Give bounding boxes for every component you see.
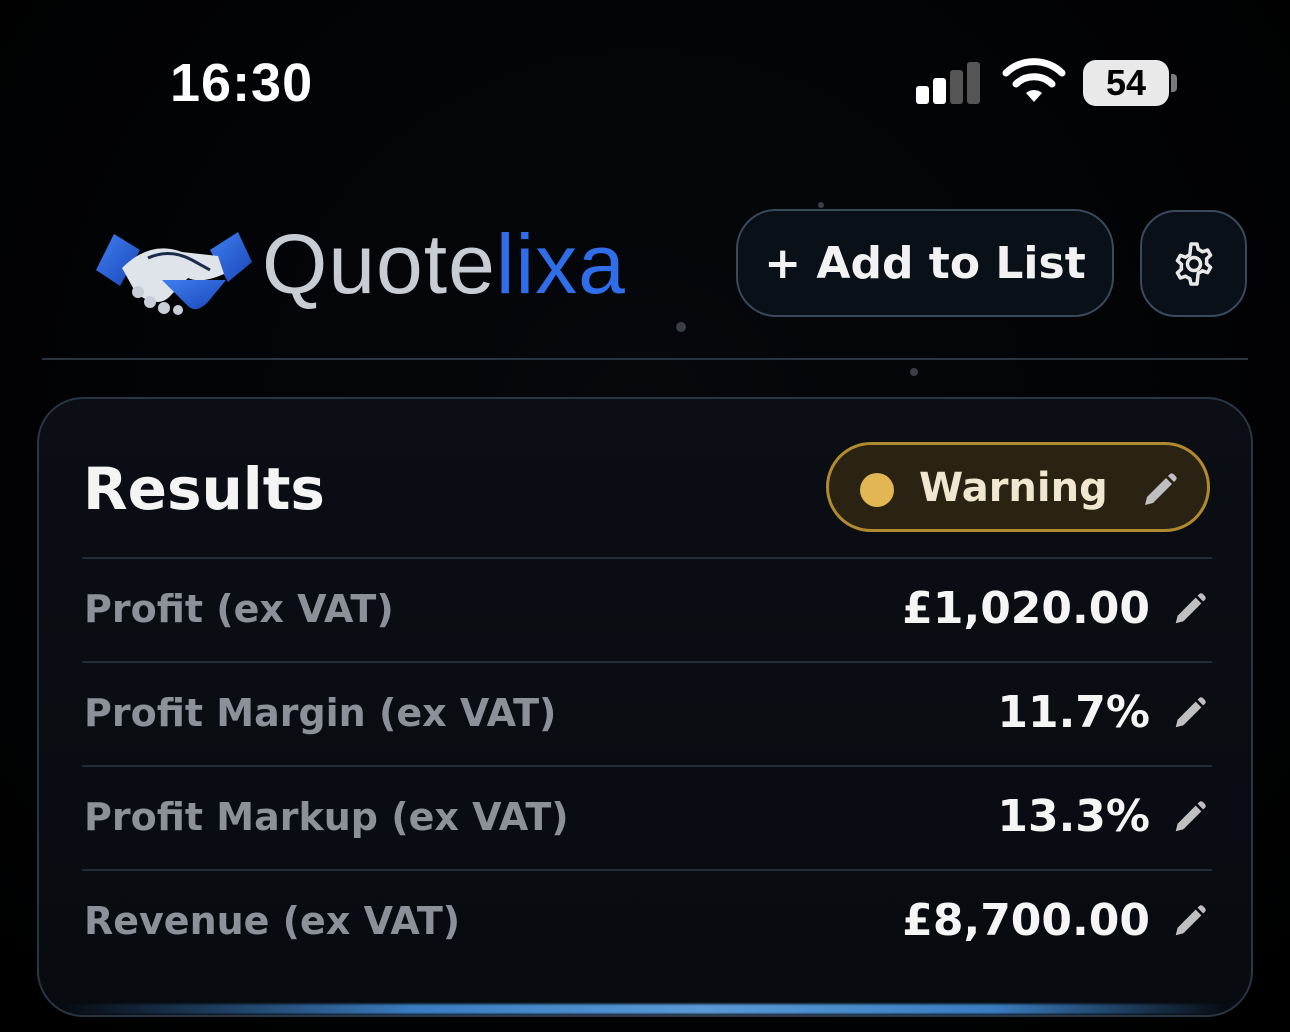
battery-cap [1171, 74, 1177, 92]
pencil-icon[interactable] [1170, 695, 1208, 733]
header-divider [42, 358, 1248, 360]
add-to-list-button[interactable]: + Add to List [736, 209, 1114, 317]
background-star [676, 322, 686, 332]
results-row-profit-markup: Profit Markup (ex VAT) 13.3% [82, 765, 1212, 871]
battery-icon: 54 [1083, 60, 1169, 106]
results-title: Results [83, 455, 325, 523]
results-row-revenue: Revenue (ex VAT) £8,700.00 [82, 869, 1212, 975]
warning-label: Warning [919, 465, 1108, 511]
settings-button[interactable] [1140, 210, 1247, 317]
cellular-signal-icon [914, 62, 984, 104]
row-label: Revenue (ex VAT) [84, 899, 461, 943]
results-row-profit-margin: Profit Margin (ex VAT) 11.7% [82, 661, 1212, 767]
battery-level: 54 [1105, 62, 1147, 103]
results-row-profit: Profit (ex VAT) £1,020.00 [82, 557, 1212, 663]
pencil-icon[interactable] [1139, 471, 1179, 511]
app-screen: 16:30 54 Quotelixa + Add to List Results… [0, 0, 1290, 1032]
pencil-icon[interactable] [1170, 799, 1208, 837]
row-value: £8,700.00 [902, 895, 1150, 946]
row-value: 13.3% [997, 791, 1150, 842]
background-star [818, 202, 824, 208]
row-label: Profit Margin (ex VAT) [84, 691, 557, 735]
logo-wordmark: Quotelixa [262, 216, 626, 313]
pencil-icon[interactable] [1170, 903, 1208, 941]
wifi-icon [1002, 58, 1066, 102]
row-value: £1,020.00 [902, 583, 1150, 634]
row-label: Profit (ex VAT) [84, 587, 394, 631]
gear-icon [1175, 241, 1212, 286]
pencil-icon[interactable] [1170, 591, 1208, 629]
status-badge-warning[interactable]: Warning [826, 442, 1210, 532]
status-time: 16:30 [170, 53, 314, 113]
background-star [910, 368, 918, 376]
results-card: Results Warning Profit (ex VAT) £1,020.0… [37, 397, 1253, 1017]
handshake-icon [96, 232, 252, 315]
logo-text-lixa: lixa [495, 217, 626, 311]
card-bottom-glow [60, 1004, 1230, 1014]
status-bar: 16:30 54 [0, 0, 1290, 140]
app-logo: Quotelixa [92, 212, 657, 322]
warning-status-dot [860, 473, 894, 507]
row-label: Profit Markup (ex VAT) [84, 795, 569, 839]
row-value: 11.7% [997, 687, 1150, 738]
logo-text-quote: Quote [262, 217, 496, 311]
